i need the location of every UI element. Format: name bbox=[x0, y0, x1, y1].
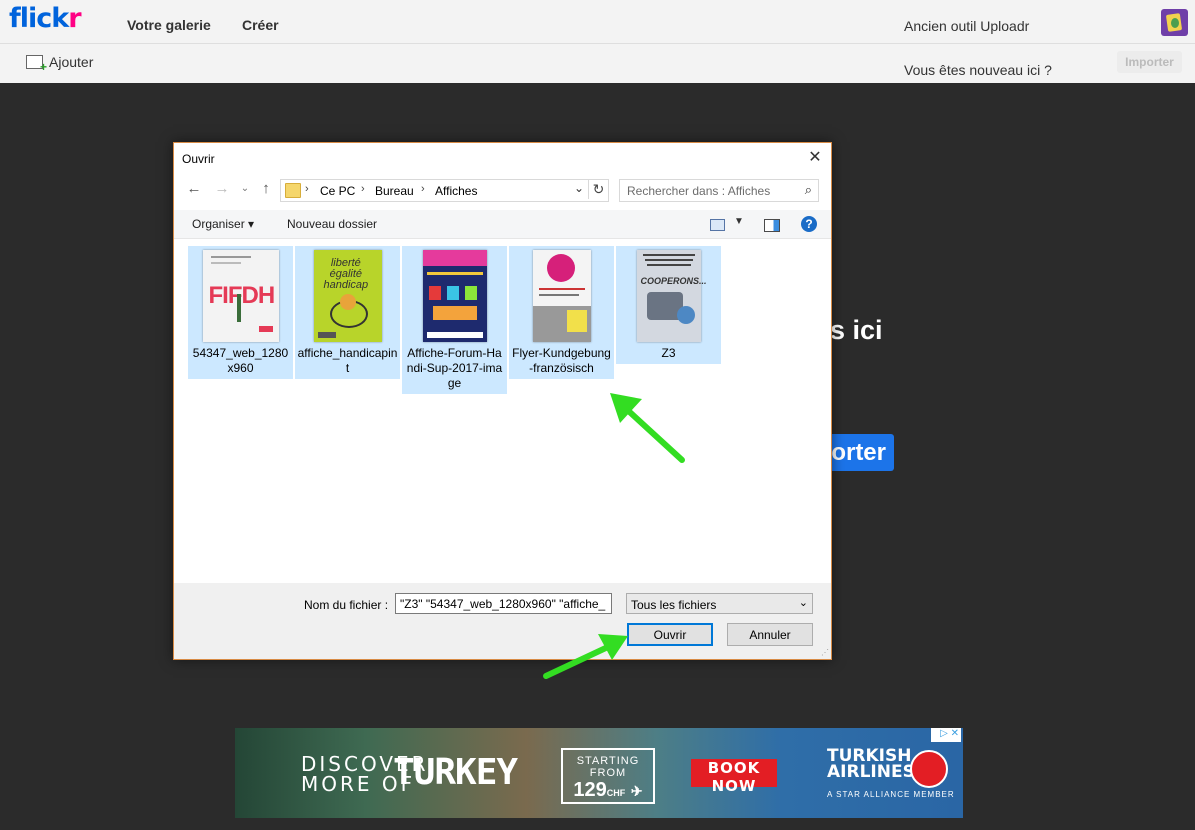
breadcrumb-separator-icon: › bbox=[361, 183, 365, 195]
filetype-value: Tous les fichiers bbox=[631, 598, 717, 612]
file-list: FIFDH 54347_web_1280x960 liberté égalité h… bbox=[174, 239, 831, 582]
file-item[interactable]: FIFDH 54347_web_1280x960 bbox=[188, 246, 293, 379]
add-button[interactable]: Ajouter bbox=[26, 54, 94, 74]
background-heading-fragment: s ici bbox=[830, 315, 883, 345]
recent-locations-chevron-icon[interactable]: ⌄ bbox=[237, 181, 253, 197]
breadcrumb-affiches[interactable]: Affiches bbox=[435, 184, 477, 198]
back-arrow-icon[interactable]: ← bbox=[186, 181, 202, 197]
open-button[interactable]: Ouvrir bbox=[627, 623, 713, 646]
open-file-dialog: Ouvrir ✕ ← → ⌄ ↑ › Ce PC › Bureau › Affi… bbox=[173, 142, 832, 660]
file-thumbnail: COOPERONS... bbox=[636, 250, 707, 342]
ad-banner[interactable]: DISCOVER MORE OF TURKEY STARTING FROM 129… bbox=[235, 728, 963, 818]
ad-airline-name: TURKISH AIRLINES bbox=[827, 746, 915, 782]
file-thumbnail bbox=[422, 250, 487, 342]
file-thumbnail: liberté égalité handicap bbox=[313, 250, 382, 342]
ad-turkey-text: TURKEY bbox=[393, 752, 518, 793]
search-placeholder: Rechercher dans : Affiches bbox=[627, 184, 771, 198]
dialog-bottom-bar: Nom du fichier : Tous les fichiers ⌄ Ouv… bbox=[174, 583, 831, 659]
file-name: Flyer-Kundgebung-französisch bbox=[512, 346, 611, 375]
ad-alliance-text: A STAR ALLIANCE MEMBER bbox=[827, 790, 955, 799]
breadcrumb-separator-icon: › bbox=[305, 183, 309, 195]
avatar-shape-accent bbox=[1171, 18, 1179, 28]
old-uploadr-link[interactable]: Ancien outil Uploadr bbox=[904, 18, 1029, 34]
file-name: 54347_web_1280x960 bbox=[192, 346, 289, 375]
file-thumbnail: FIFDH bbox=[202, 250, 279, 342]
address-bar[interactable]: › Ce PC › Bureau › Affiches ⌄ bbox=[280, 179, 609, 202]
add-label: Ajouter bbox=[49, 54, 94, 70]
filename-input[interactable] bbox=[395, 593, 612, 614]
green-arrow-icon bbox=[543, 634, 628, 679]
breadcrumb-separator-icon: › bbox=[421, 183, 425, 195]
file-item[interactable]: Affiche-Forum-Handi-Sup-2017-image bbox=[402, 246, 507, 394]
file-item[interactable]: liberté égalité handicap affiche_handicapi… bbox=[295, 246, 400, 379]
view-mode-icon[interactable] bbox=[710, 219, 725, 231]
airplane-icon: ✈ bbox=[630, 783, 643, 799]
search-icon: ⌕ bbox=[804, 182, 812, 197]
ad-book-now-button[interactable]: BOOK NOW bbox=[691, 759, 777, 795]
preview-pane-icon[interactable] bbox=[764, 219, 780, 232]
chevron-down-icon: ⌄ bbox=[798, 597, 808, 609]
add-photo-icon bbox=[26, 55, 47, 74]
nav-votre-galerie[interactable]: Votre galerie bbox=[127, 17, 211, 33]
file-item[interactable]: COOPERONS... Z3 bbox=[616, 246, 721, 364]
file-name: affiche_handicapint bbox=[297, 346, 398, 375]
file-name: Affiche-Forum-Handi-Sup-2017-image bbox=[406, 346, 503, 390]
breadcrumb-ce-pc[interactable]: Ce PC bbox=[320, 184, 355, 198]
new-folder-button[interactable]: Nouveau dossier bbox=[287, 217, 377, 231]
file-name: Z3 bbox=[661, 346, 676, 360]
flickr-header: flickr Votre galerie Créer Ancien outil … bbox=[0, 0, 1195, 44]
folder-icon bbox=[285, 183, 301, 198]
up-arrow-icon[interactable]: ↑ bbox=[258, 181, 274, 197]
address-dropdown-icon[interactable]: ⌄ bbox=[574, 181, 584, 195]
ad-price-box: STARTING FROM 129CHF ✈ bbox=[561, 748, 655, 804]
adchoices-icon[interactable]: ▷ ✕ bbox=[931, 728, 961, 742]
view-mode-dropdown-icon[interactable]: ▼ bbox=[734, 216, 744, 227]
upload-subbar: Ajouter Vous êtes nouveau ici ? Importer bbox=[0, 44, 1195, 83]
import-button[interactable]: Importer bbox=[1117, 51, 1182, 73]
dialog-title: Ouvrir bbox=[182, 152, 215, 166]
filetype-select[interactable]: Tous les fichiers ⌄ bbox=[626, 593, 813, 614]
nav-creer[interactable]: Créer bbox=[242, 17, 279, 33]
organize-menu[interactable]: Organiser ▾ bbox=[192, 217, 254, 231]
filename-label: Nom du fichier : bbox=[304, 598, 389, 612]
ad-price: 129CHF ✈ bbox=[573, 779, 643, 801]
help-icon[interactable]: ? bbox=[801, 216, 817, 232]
forward-arrow-icon[interactable]: → bbox=[214, 181, 230, 197]
cancel-button[interactable]: Annuler bbox=[727, 623, 813, 646]
new-here-link[interactable]: Vous êtes nouveau ici ? bbox=[904, 62, 1052, 78]
close-icon[interactable]: ✕ bbox=[805, 148, 825, 168]
green-arrow-icon bbox=[610, 393, 685, 463]
avatar[interactable] bbox=[1161, 9, 1188, 36]
resize-grip-icon[interactable]: ⋰ bbox=[821, 648, 829, 657]
search-input[interactable]: Rechercher dans : Affiches ⌕ bbox=[619, 179, 819, 202]
turkish-airlines-logo bbox=[910, 750, 948, 788]
file-thumbnail bbox=[532, 250, 591, 342]
flickr-logo[interactable]: flickr bbox=[9, 3, 82, 34]
file-item[interactable]: Flyer-Kundgebung-französisch bbox=[509, 246, 614, 379]
dialog-toolbar: Organiser ▾ Nouveau dossier ▼ ? bbox=[174, 210, 831, 239]
refresh-icon[interactable]: ↻ bbox=[588, 180, 608, 199]
breadcrumb-bureau[interactable]: Bureau bbox=[375, 184, 414, 198]
ad-starting-from: STARTING FROM bbox=[576, 755, 640, 779]
